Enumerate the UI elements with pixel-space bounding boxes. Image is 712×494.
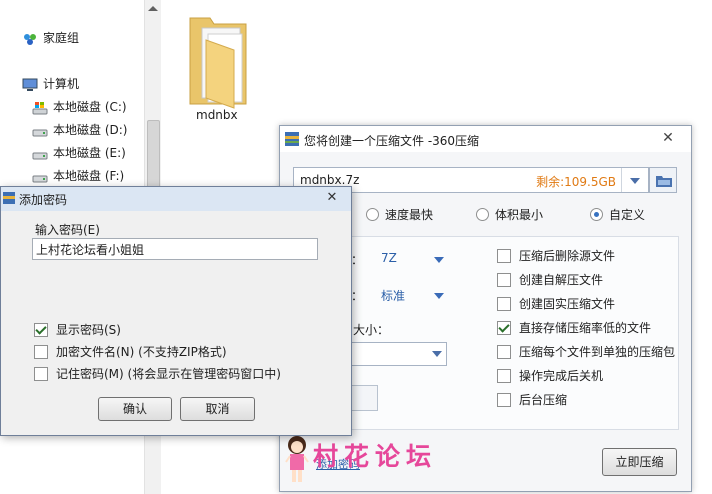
checkbox-box[interactable] <box>497 296 511 311</box>
split-size-combobox[interactable] <box>351 342 447 366</box>
mode-smallest-radio[interactable]: 体积最小 <box>476 206 543 223</box>
radio-indicator[interactable] <box>366 208 379 221</box>
encrypt-filenames-checkbox[interactable]: 加密文件名(N) (不支持ZIP格式) <box>34 343 227 361</box>
option-label: 创建固实压缩文件 <box>519 297 616 311</box>
cancel-button[interactable]: 取消 <box>180 397 255 421</box>
chevron-down-icon[interactable] <box>621 168 648 192</box>
nav-label: 本地磁盘 (F:) <box>53 169 125 183</box>
compress-now-button[interactable]: 立即压缩 <box>602 448 677 476</box>
nav-label: 本地磁盘 (E:) <box>53 146 126 160</box>
option-label: 操作完成后关机 <box>519 369 604 383</box>
folder-icon[interactable] <box>186 10 256 110</box>
self-extract-checkbox[interactable]: 创建自解压文件 <box>497 271 603 289</box>
mode-label: 速度最快 <box>385 208 434 222</box>
nav-label: 本地磁盘 (D:) <box>53 123 128 137</box>
password-titlebar[interactable]: 添加密码 ✕ <box>1 187 351 211</box>
format-select-value[interactable]: 7Z <box>381 251 397 265</box>
checkbox-box[interactable] <box>497 392 511 407</box>
option-label: 加密文件名(N) (不支持ZIP格式) <box>56 345 227 359</box>
shutdown-after-checkbox[interactable]: 操作完成后关机 <box>497 367 603 385</box>
nav-label: 本地磁盘 (C:) <box>53 100 127 114</box>
radio-indicator[interactable] <box>590 208 603 221</box>
nav-item-drive-f[interactable]: 本地磁盘 (F:) <box>32 166 124 186</box>
compress-titlebar[interactable]: 您将创建一个压缩文件 -360压缩 ✕ <box>280 126 691 152</box>
mascot-image <box>283 434 311 489</box>
nav-item-computer[interactable]: 计算机 <box>22 74 79 94</box>
more-settings-button[interactable] <box>351 385 378 411</box>
nav-label: 计算机 <box>43 77 80 91</box>
compress-title: 您将创建一个压缩文件 -360压缩 <box>304 134 480 148</box>
show-password-checkbox[interactable]: 显示密码(S) <box>34 321 121 339</box>
ok-button[interactable]: 确认 <box>98 397 172 421</box>
windows-drive-icon <box>32 101 48 115</box>
nav-item-drive-c[interactable]: 本地磁盘 (C:) <box>32 97 127 117</box>
solid-archive-checkbox[interactable]: 创建固实压缩文件 <box>497 295 615 313</box>
chevron-down-icon[interactable] <box>434 293 444 299</box>
chevron-down-icon[interactable] <box>432 351 442 357</box>
option-label: 显示密码(S) <box>56 323 121 337</box>
drive-icon <box>32 170 48 184</box>
archive-filename[interactable]: mdnbx.7z <box>300 173 359 187</box>
password-input-label: 输入密码(E) <box>35 223 100 237</box>
computer-icon <box>22 78 38 92</box>
archive-app-icon <box>3 192 15 207</box>
drive-icon <box>32 124 48 138</box>
level-label-suffix: ： <box>351 289 364 303</box>
checkbox-box[interactable] <box>497 272 511 287</box>
checkbox-box[interactable] <box>497 344 511 359</box>
mode-label: 自定义 <box>609 208 646 222</box>
option-label: 创建自解压文件 <box>519 273 604 287</box>
store-low-ratio-checkbox[interactable]: 直接存储压缩率低的文件 <box>497 319 651 337</box>
chevron-down-icon[interactable] <box>434 257 444 263</box>
nav-item-drive-e[interactable]: 本地磁盘 (E:) <box>32 143 126 163</box>
level-select-value[interactable]: 标准 <box>381 287 405 304</box>
option-label: 压缩后删除源文件 <box>519 249 616 263</box>
remember-password-checkbox[interactable]: 记住密码(M) (将会显示在管理密码窗口中) <box>34 365 281 383</box>
split-size-label: 大小： <box>353 323 390 337</box>
option-label: 后台压缩 <box>519 393 568 407</box>
nav-label: 家庭组 <box>43 31 80 45</box>
password-dialog: 添加密码 ✕ 输入密码(E) 上村花论坛看小姐姐 显示密码(S) 加密文件名(N… <box>0 186 352 436</box>
checkbox-box[interactable] <box>34 344 48 359</box>
format-label-suffix: ： <box>351 253 364 267</box>
separate-archives-checkbox[interactable]: 压缩每个文件到单独的压缩包 <box>497 343 675 361</box>
browse-folder-button[interactable] <box>649 167 677 193</box>
delete-source-checkbox[interactable]: 压缩后删除源文件 <box>497 247 615 265</box>
homegroup-icon <box>22 32 38 46</box>
password-input[interactable]: 上村花论坛看小姐姐 <box>32 238 318 260</box>
drive-icon <box>32 147 48 161</box>
mode-fastest-radio[interactable]: 速度最快 <box>366 206 433 223</box>
close-icon[interactable]: ✕ <box>658 130 678 146</box>
option-label: 压缩每个文件到单独的压缩包 <box>519 345 676 359</box>
archive-app-icon <box>285 132 299 149</box>
option-label: 记住密码(M) (将会显示在管理密码窗口中) <box>56 367 281 381</box>
checkbox-box[interactable] <box>34 366 48 381</box>
nav-item-drive-d[interactable]: 本地磁盘 (D:) <box>32 120 127 140</box>
radio-indicator[interactable] <box>476 208 489 221</box>
folder-label[interactable]: mdnbx <box>196 108 266 122</box>
checkbox-box[interactable] <box>497 320 511 335</box>
checkbox-box[interactable] <box>497 368 511 383</box>
watermark-logo: 村花论坛 <box>313 442 438 471</box>
scroll-up-arrow-icon[interactable] <box>148 6 158 11</box>
mode-custom-radio[interactable]: 自定义 <box>590 206 645 223</box>
background-compress-checkbox[interactable]: 后台压缩 <box>497 391 567 409</box>
option-label: 直接存储压缩率低的文件 <box>519 321 652 335</box>
checkbox-box[interactable] <box>34 322 48 337</box>
password-dialog-title: 添加密码 <box>19 193 68 207</box>
close-icon[interactable]: ✕ <box>323 190 341 206</box>
mode-label: 体积最小 <box>495 208 544 222</box>
nav-item-homegroup[interactable]: 家庭组 <box>22 28 79 48</box>
checkbox-box[interactable] <box>497 248 511 263</box>
folder-icon <box>656 174 672 190</box>
free-space-label: 剩余:109.5GB <box>536 175 616 189</box>
